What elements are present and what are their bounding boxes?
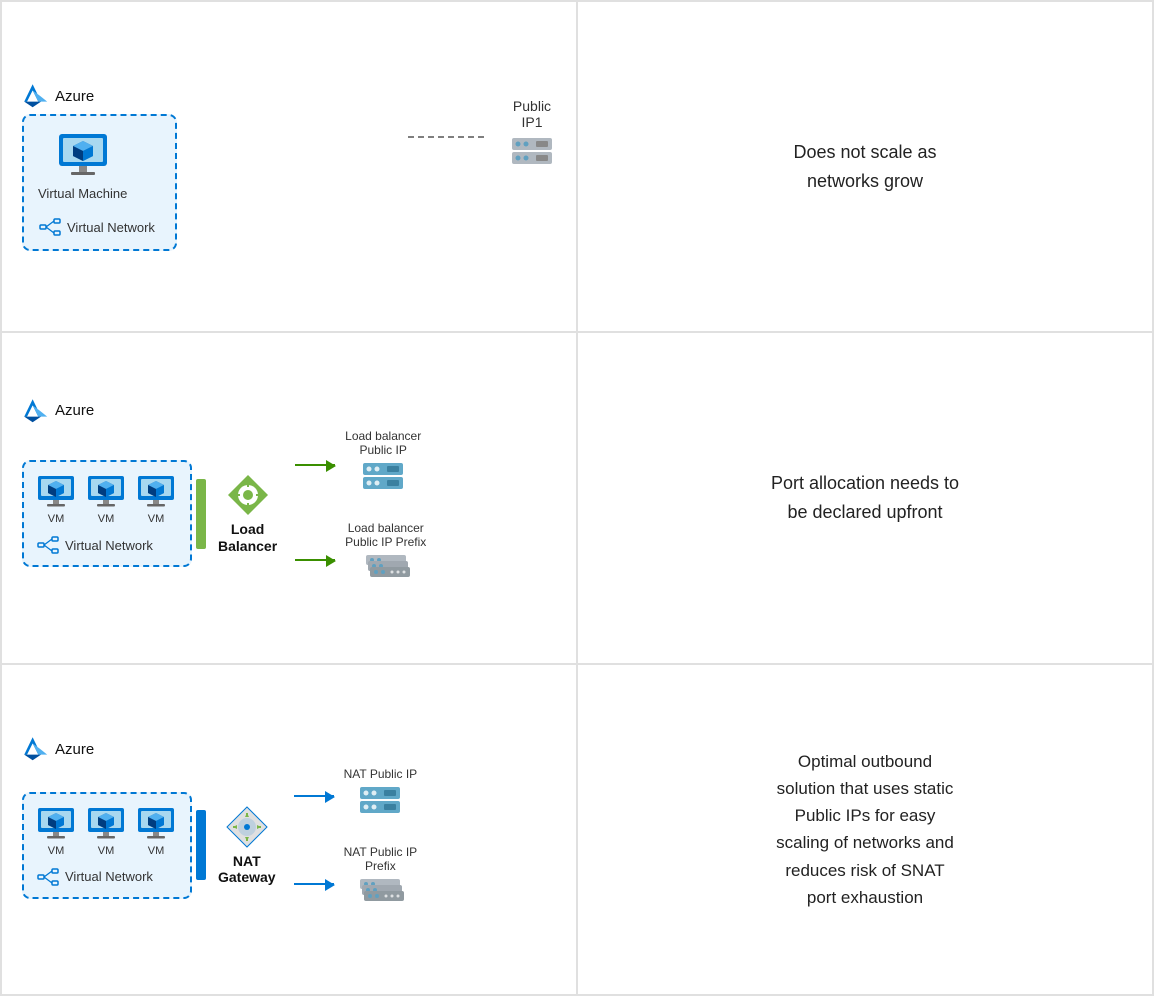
row3-targets-col: NAT Public IP bbox=[294, 767, 418, 923]
row1-azure-label: Azure bbox=[22, 82, 94, 110]
row3-connector-bar bbox=[196, 810, 206, 880]
row2-lb-text-bold: LoadBalancer bbox=[218, 521, 277, 555]
row3-azure-container: VM bbox=[22, 792, 192, 899]
row2-azure-label: Azure bbox=[22, 397, 94, 425]
row3-nat-text-bold: NATGateway bbox=[218, 853, 276, 887]
row3-target1-block: NAT Public IP bbox=[344, 767, 418, 825]
row1-vm-label: Virtual Machine bbox=[38, 186, 127, 201]
row1-dashed-line-svg bbox=[408, 135, 488, 139]
row1-azure-text: Azure bbox=[55, 88, 94, 105]
row2-azure-logo-icon bbox=[22, 397, 50, 425]
row2-target2-row: Load balancer Public IP Prefix bbox=[295, 521, 426, 599]
row2-vnet-label: Virtual Network bbox=[36, 533, 176, 557]
row2-vnet-icon bbox=[36, 533, 60, 557]
row3-target2-server-stack-icon bbox=[354, 877, 406, 923]
row2-vm1: VM bbox=[36, 474, 76, 525]
row3-vm2: VM bbox=[86, 806, 126, 857]
row3-vm3-label: VM bbox=[148, 845, 165, 857]
row2-vms-group: VM bbox=[36, 474, 176, 525]
row2-vm3-label: VM bbox=[148, 513, 165, 525]
main-grid: Azure bbox=[0, 0, 1154, 996]
row3-azure-label: Azure bbox=[22, 735, 94, 763]
row3-vnet-label: Virtual Network bbox=[36, 865, 176, 889]
row3-vm1-label: VM bbox=[48, 845, 65, 857]
row3-vnet-icon bbox=[36, 865, 60, 889]
row3-vnet-text: Virtual Network bbox=[65, 869, 153, 884]
row2-arrow2 bbox=[295, 559, 335, 561]
row2-lb-icon bbox=[226, 473, 270, 517]
row2-vnet-text: Virtual Network bbox=[65, 538, 153, 553]
row3-vm1: VM bbox=[36, 806, 76, 857]
row3-target2-row: NAT Public IP Prefix bbox=[294, 845, 418, 923]
row3-nat-icon bbox=[225, 805, 269, 849]
row3-target1-label: NAT Public IP bbox=[344, 767, 418, 781]
row1-publicip-block: Public IP1 bbox=[508, 98, 556, 176]
row2-lb-area: LoadBalancer bbox=[218, 473, 277, 555]
row2-vm1-label: VM bbox=[48, 513, 65, 525]
row1-server-icon bbox=[508, 136, 556, 176]
row3-target1-server-icon bbox=[356, 785, 404, 825]
row2-target1-server-icon bbox=[359, 461, 407, 501]
row3-nat-area: NATGateway bbox=[218, 805, 276, 887]
row2-target1-label: Load balancer Public IP bbox=[345, 429, 421, 457]
row2-connector-bar bbox=[196, 479, 206, 549]
row3-azure-logo-icon bbox=[22, 735, 50, 763]
row1-azure-container: Virtual Machine Virtual Network bbox=[22, 114, 177, 251]
row3-arrow1 bbox=[294, 795, 334, 797]
row2-vm2-icon bbox=[86, 474, 126, 510]
row1-diagram-cell: Azure bbox=[1, 1, 577, 332]
row1-description-text: Does not scale as networks grow bbox=[793, 138, 936, 196]
row3-target1-row: NAT Public IP bbox=[294, 767, 418, 825]
row2-azure-container: VM bbox=[22, 460, 192, 567]
row1-vnet-icon bbox=[38, 215, 62, 239]
row2-diagram-cell: Azure bbox=[1, 332, 577, 663]
row2-description-text: Port allocation needs to be declared upf… bbox=[771, 469, 959, 527]
row3-azure-text: Azure bbox=[55, 741, 94, 758]
row2-targets-col: Load balancer Public IP bbox=[295, 429, 426, 599]
row3-description-cell: Optimal outbound solution that uses stat… bbox=[577, 664, 1153, 995]
row2-description-cell: Port allocation needs to be declared upf… bbox=[577, 332, 1153, 663]
row2-target1-block: Load balancer Public IP bbox=[345, 429, 421, 501]
row2-main-layout: VM bbox=[22, 429, 426, 599]
row3-target2-label: NAT Public IP Prefix bbox=[344, 845, 418, 873]
row2-vm2-label: VM bbox=[98, 513, 115, 525]
row3-vm3: VM bbox=[136, 806, 176, 857]
row2-target1-row: Load balancer Public IP bbox=[295, 429, 426, 501]
row3-vm3-icon bbox=[136, 806, 176, 842]
row1-description-cell: Does not scale as networks grow bbox=[577, 1, 1153, 332]
row3-vm1-icon bbox=[36, 806, 76, 842]
row3-vm2-icon bbox=[86, 806, 126, 842]
row1-dashed-line bbox=[408, 135, 488, 139]
row3-description-text: Optimal outbound solution that uses stat… bbox=[776, 748, 954, 911]
row2-azure-text: Azure bbox=[55, 402, 94, 419]
row2-vm3: VM bbox=[136, 474, 176, 525]
row1-vm-icon bbox=[55, 130, 111, 180]
azure-logo-icon bbox=[22, 82, 50, 110]
row2-vm1-icon bbox=[36, 474, 76, 510]
row2-target2-block: Load balancer Public IP Prefix bbox=[345, 521, 426, 599]
row3-main-layout: VM bbox=[22, 767, 417, 923]
row2-arrow1 bbox=[295, 464, 335, 466]
row1-publicip-label: Public IP1 bbox=[508, 98, 556, 130]
row1-vnet-label: Virtual Network bbox=[38, 215, 155, 239]
row2-vm2: VM bbox=[86, 474, 126, 525]
row2-vm3-icon bbox=[136, 474, 176, 510]
row3-target2-block: NAT Public IP Prefix bbox=[344, 845, 418, 923]
row2-target2-label: Load balancer Public IP Prefix bbox=[345, 521, 426, 549]
row3-diagram-cell: Azure bbox=[1, 664, 577, 995]
row2-target2-server-stack-icon bbox=[360, 553, 412, 599]
row3-arrow2 bbox=[294, 883, 334, 885]
row3-vms-group: VM bbox=[36, 806, 176, 857]
row1-vm-block: Virtual Machine bbox=[38, 130, 127, 201]
row1-vnet-text: Virtual Network bbox=[67, 220, 155, 235]
row3-vm2-label: VM bbox=[98, 845, 115, 857]
